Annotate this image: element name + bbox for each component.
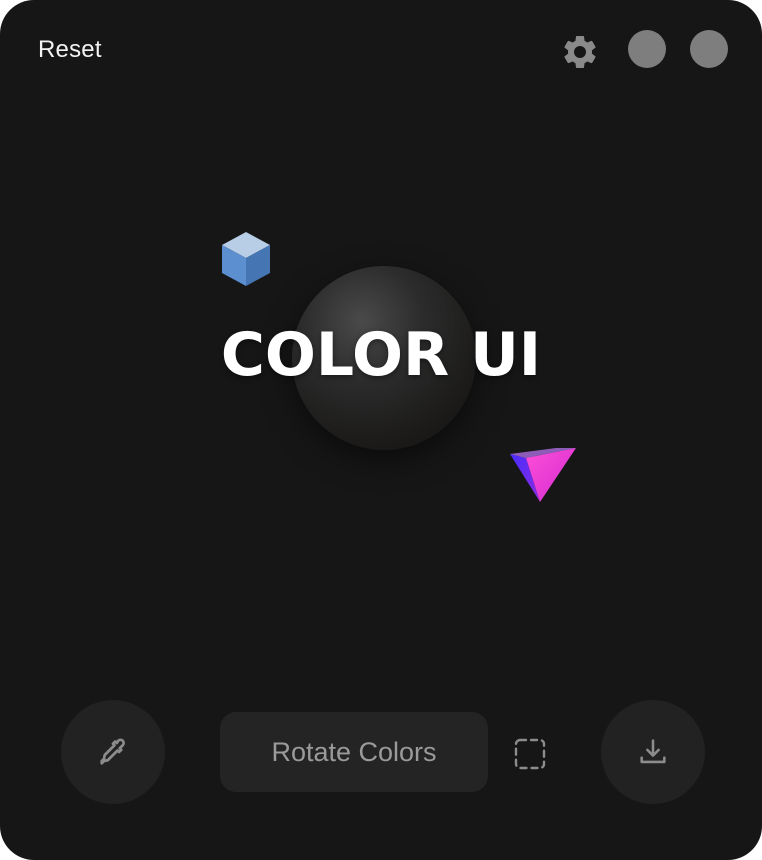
settings-button[interactable] [558,30,602,74]
download-icon [640,739,666,764]
pyramid-shape[interactable] [506,444,580,506]
cube-shape[interactable] [220,230,272,288]
window-control-dot[interactable] [690,30,728,68]
eyedropper-icon [100,738,126,765]
color-stage: COLOR UI [0,100,762,660]
window-control-dot[interactable] [628,30,666,68]
reset-button[interactable]: Reset [38,36,102,64]
dashed-selection-icon [514,738,546,770]
download-button[interactable] [601,700,705,804]
rotate-colors-button[interactable]: Rotate Colors [220,712,488,792]
color-picker-button[interactable] [61,700,165,804]
app-title: COLOR UI [220,320,542,390]
gear-icon [564,35,596,68]
selection-button[interactable] [510,734,550,774]
app-window: Reset COLOR UI Rotate Colors [0,0,762,860]
